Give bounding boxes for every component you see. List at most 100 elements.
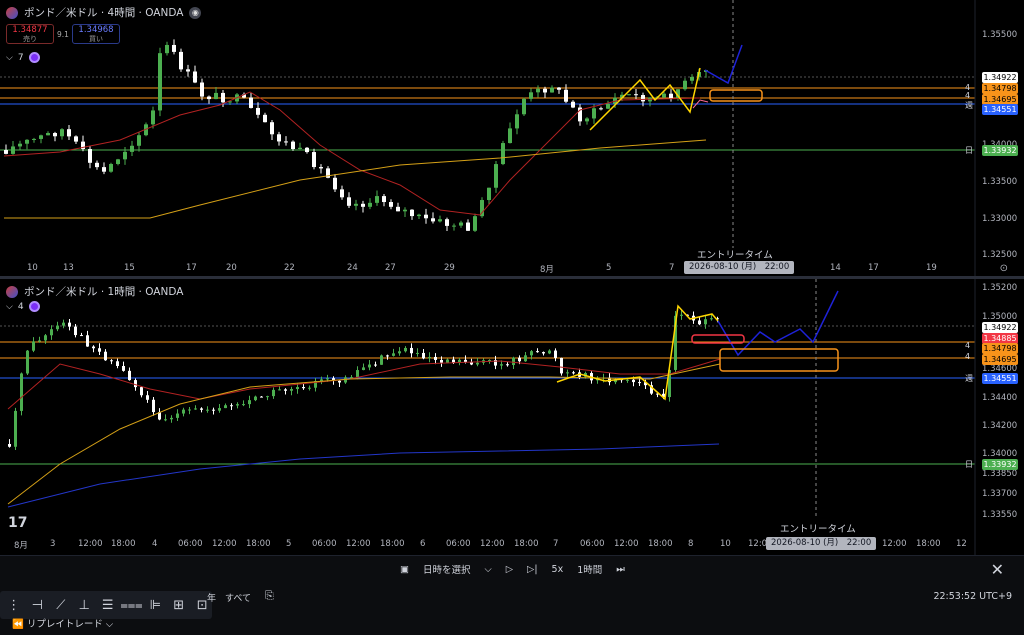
calendar-icon[interactable]: ▣ bbox=[400, 564, 409, 575]
candle bbox=[109, 162, 113, 173]
candle bbox=[585, 117, 589, 125]
buy-button[interactable]: 1.34968 買い bbox=[72, 24, 120, 44]
indicator-count: 4 bbox=[17, 301, 24, 312]
candle bbox=[92, 345, 95, 353]
close-icon[interactable]: ✕ bbox=[991, 560, 1004, 579]
candle bbox=[242, 400, 245, 407]
candle bbox=[550, 85, 554, 93]
candle bbox=[25, 139, 29, 150]
candle bbox=[236, 402, 239, 409]
candle bbox=[165, 41, 169, 56]
candle bbox=[137, 132, 141, 152]
candle bbox=[298, 142, 302, 150]
candle bbox=[158, 47, 162, 117]
time-tick-label: 8月 bbox=[540, 265, 554, 275]
indicator-toggle[interactable]: ⌵ 4 bbox=[6, 301, 40, 312]
chart-settings-icon[interactable]: ⊙ bbox=[1000, 263, 1008, 274]
candle bbox=[572, 370, 575, 375]
symbol-title[interactable]: ポンド／米ドル · 4時間 · OANDA ◉ bbox=[6, 5, 202, 20]
candlestick-chart-1h[interactable] bbox=[0, 279, 1024, 555]
candle bbox=[627, 93, 631, 96]
level-label: 4 bbox=[965, 352, 971, 361]
candle bbox=[56, 321, 59, 332]
price-tag: 1.34798 bbox=[982, 343, 1018, 354]
candle bbox=[104, 349, 107, 361]
fib-retracement-icon[interactable]: ⩶ bbox=[120, 595, 142, 615]
replay-trade-panel-toggle[interactable]: ⏪ リプレイトレード ⌵ bbox=[12, 616, 113, 630]
chart-pane-1h[interactable]: ポンド／米ドル · 1時間 · OANDA ⌵ 4 1.35200 1.35000… bbox=[0, 279, 1024, 555]
clock-display[interactable]: 22:53:52 UTC+9 bbox=[933, 591, 1012, 602]
candle bbox=[347, 192, 351, 208]
candle bbox=[382, 194, 386, 207]
sell-label: 売り bbox=[23, 35, 37, 43]
candle bbox=[32, 337, 35, 353]
candle bbox=[39, 134, 43, 144]
price-tag: 1.34922 bbox=[982, 322, 1018, 333]
jump-to-realtime-icon[interactable]: ⏭ bbox=[616, 564, 625, 575]
time-tick-label: 06:00 bbox=[312, 539, 337, 549]
price-tag: 1.34798 bbox=[982, 83, 1018, 94]
candle bbox=[396, 202, 400, 212]
candle bbox=[277, 131, 281, 146]
select-date-button[interactable]: 日時を選択 bbox=[423, 562, 471, 576]
tradingview-logo-icon[interactable]: 17 bbox=[8, 515, 27, 531]
time-tick-label: 12:00 bbox=[78, 539, 103, 549]
buy-price: 1.34968 bbox=[78, 25, 114, 35]
trend-line-icon[interactable]: ⟋ bbox=[51, 595, 71, 615]
candle bbox=[248, 395, 251, 409]
candle bbox=[74, 135, 78, 145]
gann-box-icon[interactable]: ⊞ bbox=[169, 595, 189, 615]
candle bbox=[230, 403, 233, 411]
time-tick-label: 8 bbox=[688, 539, 694, 549]
visibility-icon[interactable]: ◉ bbox=[189, 6, 202, 19]
period-year-button[interactable]: 年 bbox=[207, 591, 216, 604]
time-tick-label: 20 bbox=[226, 263, 237, 273]
bottom-toolbar: ⋮ ⊣ ⟋ ⊥ ☰ ⩶ ⊫ ⊞ ⊡ 年 すべて ⎘ 22:53:52 UTC+9… bbox=[0, 583, 1024, 635]
interval-button[interactable]: 1時間 bbox=[577, 562, 602, 576]
indicator-settings-icon[interactable] bbox=[28, 301, 40, 312]
period-all-button[interactable]: すべて bbox=[225, 591, 251, 604]
time-tick-label: 18:00 bbox=[648, 539, 673, 549]
candle bbox=[578, 104, 582, 126]
candle bbox=[14, 407, 17, 451]
candle bbox=[410, 209, 414, 220]
candle bbox=[60, 128, 64, 140]
price-tick-label: 1.33500 bbox=[982, 177, 1018, 187]
candle bbox=[445, 217, 449, 232]
time-tick-label: 24 bbox=[347, 263, 358, 273]
time-tick-label: 13 bbox=[63, 263, 74, 273]
goto-date-icon[interactable]: ⎘ bbox=[265, 589, 274, 603]
price-tick-label: 1.32500 bbox=[982, 250, 1018, 260]
step-forward-icon[interactable]: ▷| bbox=[527, 564, 538, 575]
horizontal-line-icon[interactable]: ⊣ bbox=[28, 595, 48, 615]
indicator-toggle[interactable]: ⌵ 7 bbox=[6, 52, 40, 63]
candle bbox=[319, 164, 323, 174]
symbol-title-text: ポンド／米ドル · 4時間 · OANDA bbox=[24, 7, 184, 19]
time-tick-label: 29 bbox=[444, 263, 455, 273]
chart-pane-4h[interactable]: ポンド／米ドル · 4時間 · OANDA ◉ 1.34877 売り 9.1 1… bbox=[0, 0, 1024, 276]
candle bbox=[86, 330, 89, 347]
price-tag: 1.33932 bbox=[982, 145, 1018, 156]
candlestick-chart-4h[interactable] bbox=[0, 0, 1024, 276]
sell-button[interactable]: 1.34877 売り bbox=[6, 24, 54, 44]
parallel-channel-icon[interactable]: ☰ bbox=[98, 595, 118, 615]
candle bbox=[606, 100, 610, 110]
candle bbox=[566, 369, 569, 378]
pitchfork-icon[interactable]: ⊫ bbox=[146, 595, 166, 615]
candle bbox=[669, 89, 673, 102]
indicator-settings-icon[interactable] bbox=[28, 52, 40, 63]
candle bbox=[284, 136, 288, 146]
time-tick-label: 06:00 bbox=[178, 539, 203, 549]
drag-handle-icon[interactable]: ⋮ bbox=[4, 595, 24, 615]
symbol-title[interactable]: ポンド／米ドル · 1時間 · OANDA bbox=[6, 284, 183, 299]
candle bbox=[354, 199, 358, 211]
level-label: 日 bbox=[965, 146, 973, 155]
vertical-line-icon[interactable]: ⊥ bbox=[75, 595, 95, 615]
chevron-down-icon[interactable]: ⌵ bbox=[485, 564, 492, 575]
level-label: 週 bbox=[965, 101, 973, 110]
play-icon[interactable]: ▷ bbox=[506, 564, 513, 575]
candle bbox=[80, 332, 83, 337]
time-tick-label: 12:00 bbox=[614, 539, 639, 549]
candle bbox=[46, 131, 50, 136]
speed-button[interactable]: 5x bbox=[552, 564, 564, 575]
